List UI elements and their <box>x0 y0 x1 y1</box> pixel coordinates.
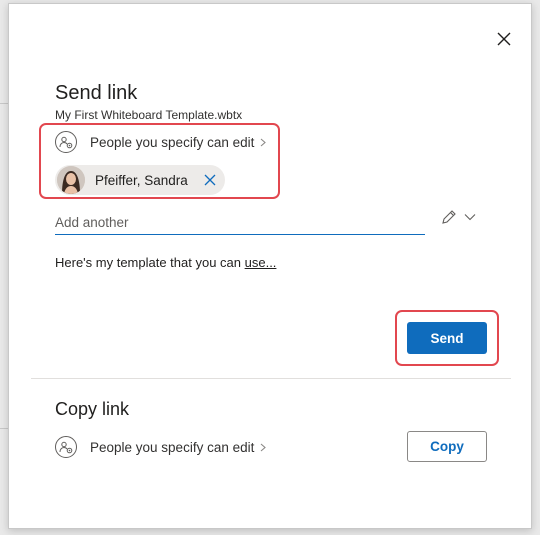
people-settings-icon <box>55 131 77 153</box>
pencil-icon <box>442 210 456 224</box>
background-divider <box>0 103 8 104</box>
avatar <box>57 166 85 194</box>
message-body: Here's my template that you can <box>55 255 245 270</box>
chevron-right-icon <box>260 443 267 452</box>
close-icon <box>497 32 511 46</box>
add-another-input[interactable] <box>55 210 425 235</box>
send-permission-setting[interactable]: People you specify can edit <box>55 129 267 155</box>
file-name: My First Whiteboard Template.wbtx <box>55 108 243 122</box>
dialog-title: Send link <box>55 82 138 104</box>
close-button[interactable] <box>493 28 515 50</box>
message-edit-button[interactable] <box>441 209 476 225</box>
people-settings-icon <box>55 436 77 458</box>
recipient-chip[interactable]: Pfeiffer, Sandra <box>55 165 225 195</box>
close-icon <box>204 174 216 186</box>
copy-button[interactable]: Copy <box>407 431 487 462</box>
message-text: Here's my template that you can use... <box>55 255 276 270</box>
section-divider <box>31 378 511 379</box>
chevron-down-icon <box>464 214 476 221</box>
recipient-name: Pfeiffer, Sandra <box>95 172 188 188</box>
permission-label: People you specify can edit <box>90 134 255 150</box>
copy-link-title: Copy link <box>55 399 130 419</box>
remove-recipient-button[interactable] <box>204 174 216 186</box>
send-button[interactable]: Send <box>407 322 487 354</box>
copy-permission-setting[interactable]: People you specify can edit <box>55 434 267 460</box>
message-link[interactable]: use... <box>245 255 277 270</box>
share-dialog: Send link My First Whiteboard Template.w… <box>8 3 532 529</box>
permission-label: People you specify can edit <box>90 439 255 455</box>
chevron-right-icon <box>260 138 267 147</box>
background-divider <box>0 428 8 429</box>
